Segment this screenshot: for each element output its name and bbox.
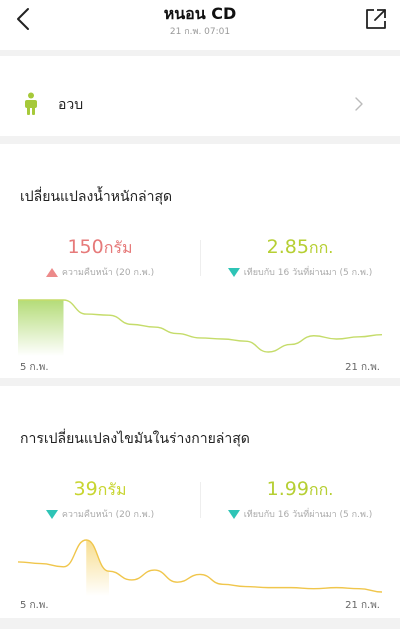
weight-progress-caption: ความคืบหน้า (20 ก.พ.) xyxy=(0,265,200,279)
weight-change-card[interactable]: เปลี่ยนแปลงน้ำหนักล่าสุด 150กรัม ความคืบ… xyxy=(0,144,400,378)
weight-compare-value: 2.85กก. xyxy=(200,236,400,259)
fat-compare-caption-text: เทียบกับ 16 วันที่ผ่านมา (5 ก.พ.) xyxy=(243,510,373,520)
weight-compare-caption: เทียบกับ 16 วันที่ผ่านมา (5 ก.พ.) xyxy=(200,265,400,279)
fat-compare-stat: 1.99กก. เทียบกับ 16 วันที่ผ่านมา (5 ก.พ.… xyxy=(200,478,400,521)
fat-progress-caption-text: ความคืบหน้า (20 ก.พ.) xyxy=(61,510,155,520)
triangle-down-icon xyxy=(227,267,240,277)
top-bar: หนอน CD 21 ก.พ. 07:01 xyxy=(0,0,400,50)
weight-compare-stat: 2.85กก. เทียบกับ 16 วันที่ผ่านมา (5 ก.พ.… xyxy=(200,236,400,279)
fat-axis-start-label: 5 ก.พ. xyxy=(20,600,49,611)
triangle-up-icon xyxy=(45,267,58,277)
fat-compare-unit: กก. xyxy=(308,480,334,499)
weight-axis-end-label: 21 ก.พ. xyxy=(345,362,380,373)
chevron-right-icon xyxy=(354,96,364,111)
triangle-down-icon xyxy=(45,509,58,519)
weight-progress-number: 150 xyxy=(67,236,104,258)
fat-series-line xyxy=(18,539,382,593)
share-icon xyxy=(366,9,386,29)
person-icon xyxy=(22,92,40,116)
weight-card-title: เปลี่ยนแปลงน้ำหนักล่าสุด xyxy=(20,189,173,205)
triangle-down-icon xyxy=(227,509,240,519)
weight-trend-chart xyxy=(18,299,382,356)
fat-compare-value: 1.99กก. xyxy=(200,478,400,501)
fat-card-title: การเปลี่ยนแปลงไขมันในร่างกายล่าสุด xyxy=(20,431,250,447)
fat-progress-caption: ความคืบหน้า (20 ก.พ.) xyxy=(0,507,200,521)
body-fat-trend-chart xyxy=(18,539,382,596)
fat-progress-unit: กรัม xyxy=(97,480,127,499)
fat-compare-caption: เทียบกับ 16 วันที่ผ่านมา (5 ก.พ.) xyxy=(200,507,400,521)
weight-compare-unit: กก. xyxy=(308,238,334,257)
body-type-row[interactable]: อวบ xyxy=(0,56,400,136)
weight-highlight-area xyxy=(18,300,64,356)
share-button[interactable] xyxy=(364,7,388,31)
fat-progress-number: 39 xyxy=(73,478,98,500)
weight-progress-value: 150กรัม xyxy=(0,236,200,259)
weight-compare-number: 2.85 xyxy=(266,236,309,258)
fat-progress-value: 39กรัม xyxy=(0,478,200,501)
body-type-label: อวบ xyxy=(58,97,84,113)
weight-axis-start-label: 5 ก.พ. xyxy=(20,362,49,373)
weight-compare-caption-text: เทียบกับ 16 วันที่ผ่านมา (5 ก.พ.) xyxy=(243,268,373,278)
weight-progress-caption-text: ความคืบหน้า (20 ก.พ.) xyxy=(61,268,155,278)
page-subtitle-timestamp: 21 ก.พ. 07:01 xyxy=(169,27,231,37)
weight-progress-unit: กรัม xyxy=(103,238,133,257)
body-fat-change-card[interactable]: การเปลี่ยนแปลงไขมันในร่างกายล่าสุด 39กรั… xyxy=(0,386,400,618)
fat-progress-stat: 39กรัม ความคืบหน้า (20 ก.พ.) xyxy=(0,478,200,521)
weight-progress-stat: 150กรัม ความคืบหน้า (20 ก.พ.) xyxy=(0,236,200,279)
weight-series-line xyxy=(18,299,382,353)
fat-compare-number: 1.99 xyxy=(266,478,309,500)
fat-highlight-area xyxy=(86,540,109,596)
fat-axis-end-label: 21 ก.พ. xyxy=(345,600,380,611)
